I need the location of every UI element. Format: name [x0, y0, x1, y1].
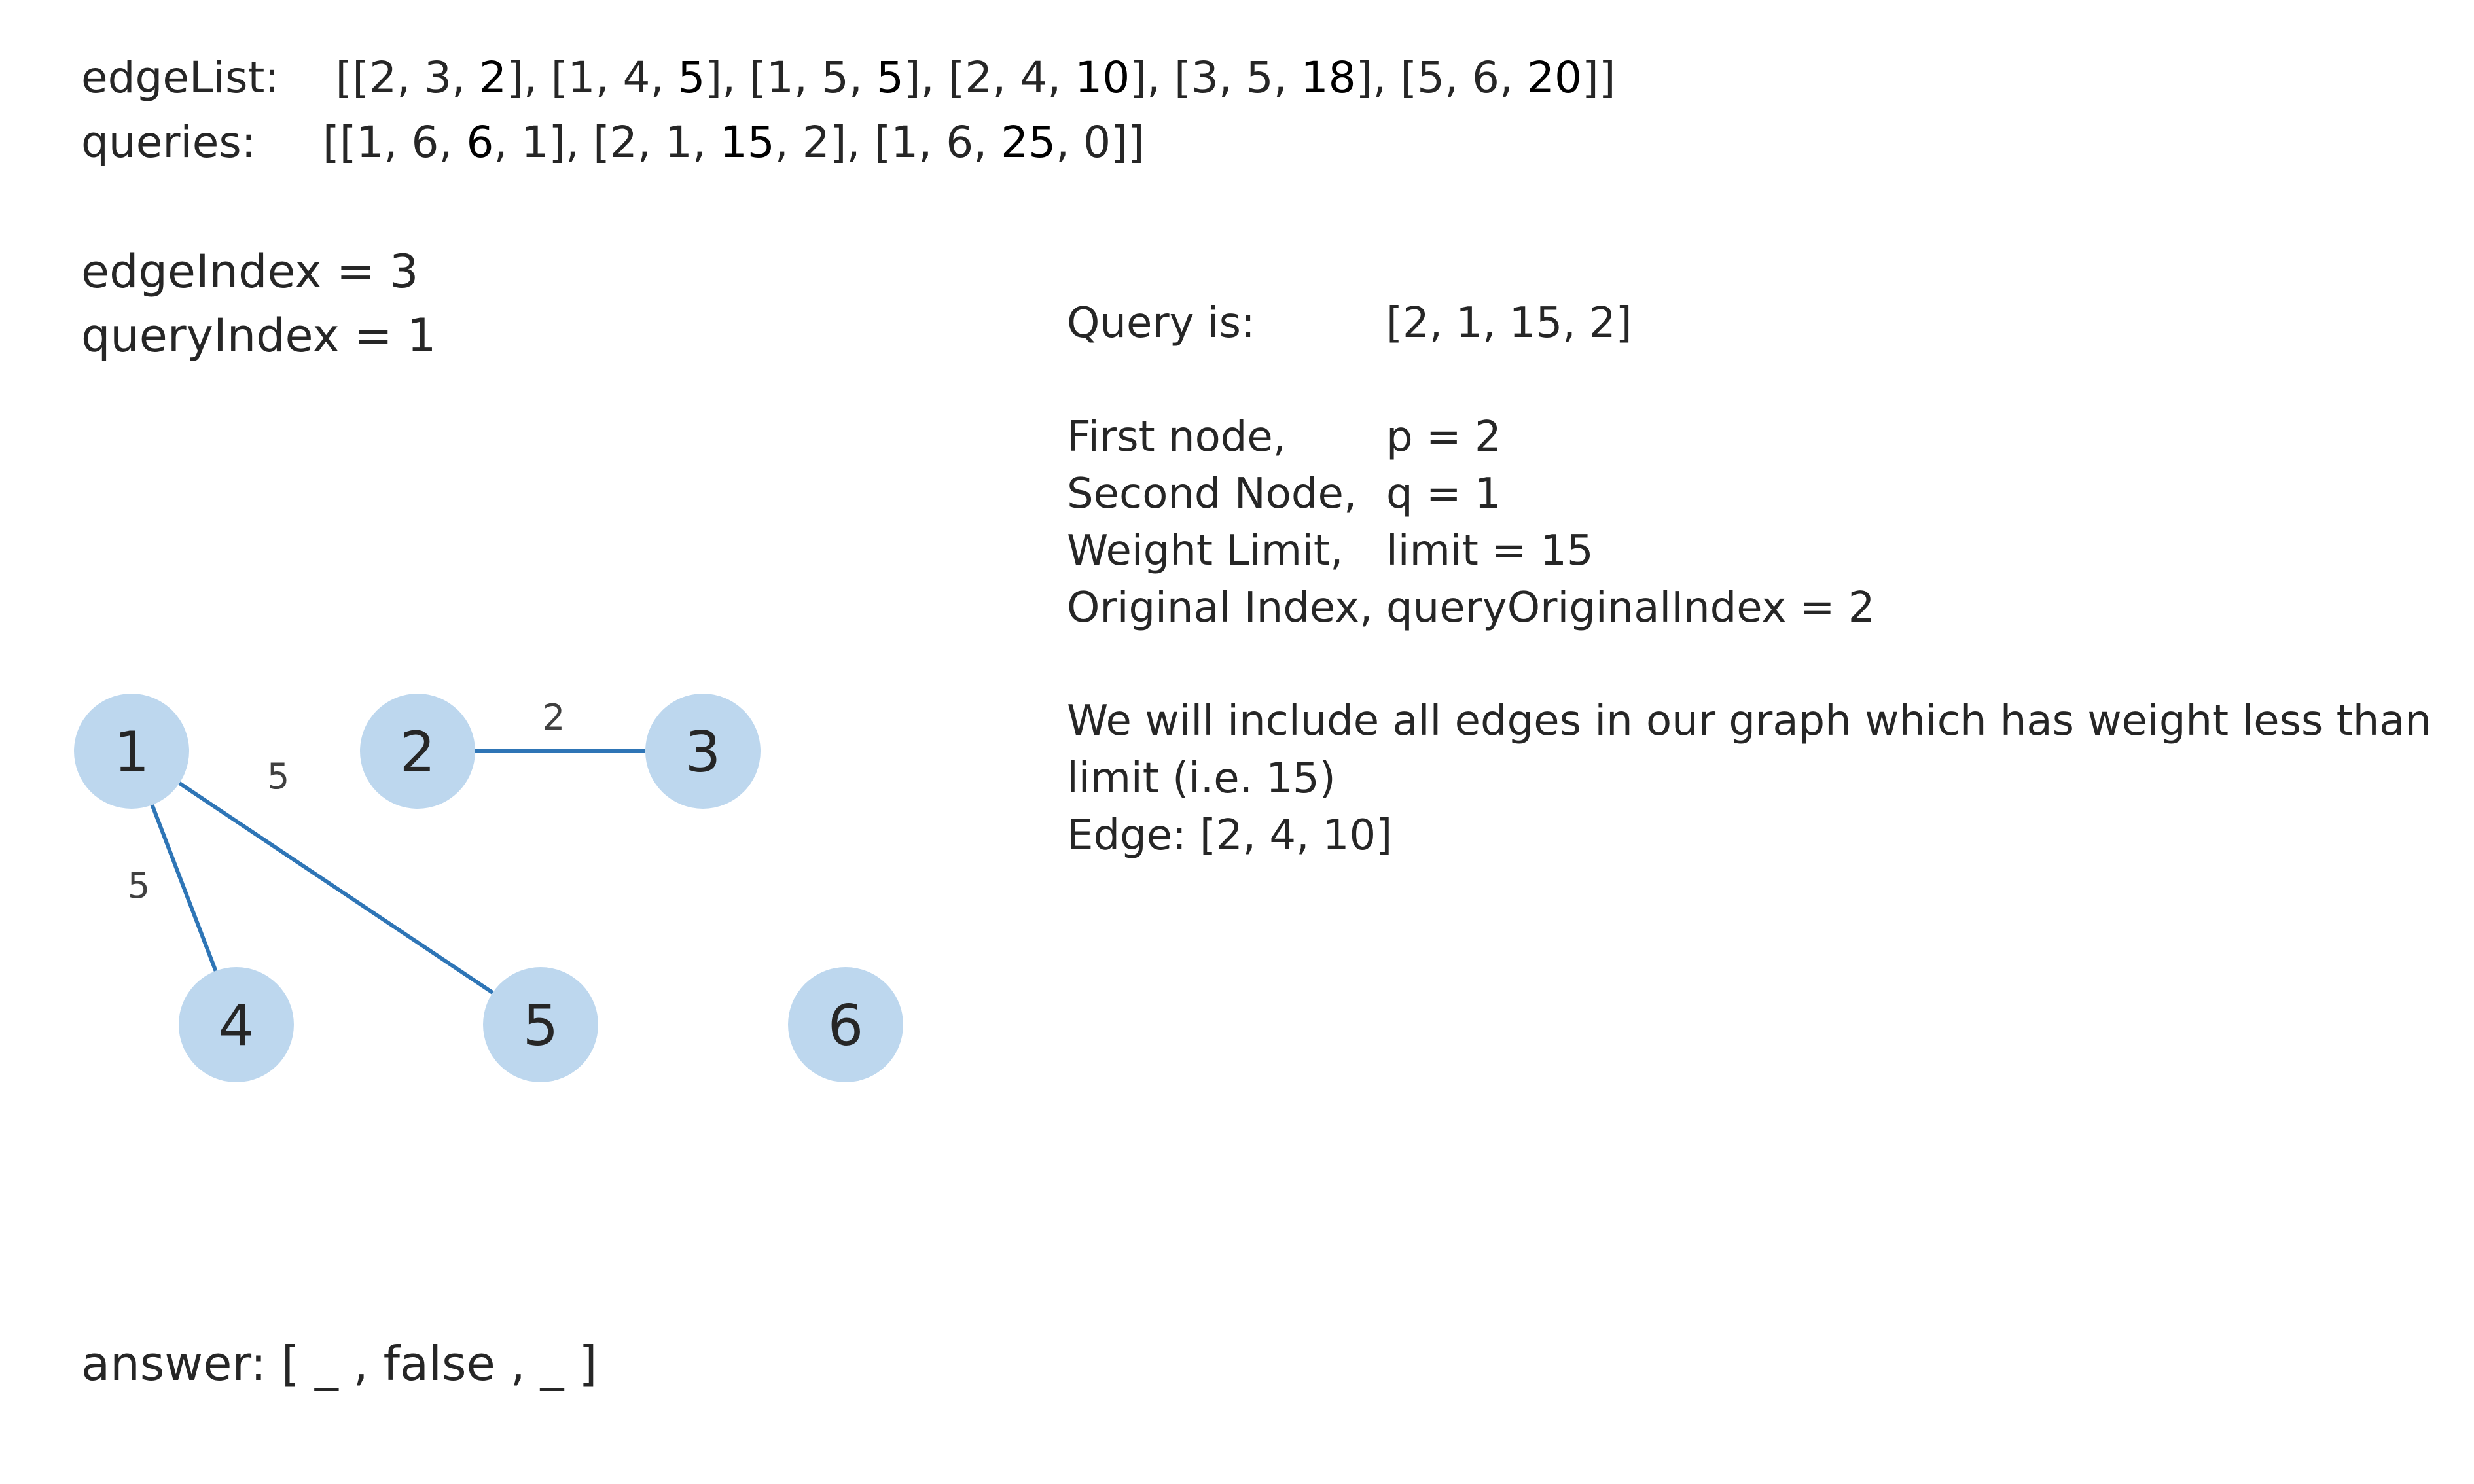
edge-1-5 — [178, 781, 494, 995]
graph-node-label: 1 — [114, 720, 150, 785]
graph-diagram: 2 5 5 1 2 3 4 5 6 — [74, 694, 903, 1082]
edge-weight-label: 2 — [543, 697, 565, 738]
edge-weight-label: 5 — [128, 865, 150, 906]
graph-node-label: 6 — [828, 993, 864, 1059]
graph-node-label: 5 — [523, 993, 559, 1059]
edge-weight-label: 5 — [267, 756, 289, 797]
edge-1-4 — [150, 804, 218, 972]
graph-node-label: 2 — [400, 720, 436, 785]
graph-node-label: 4 — [219, 993, 255, 1059]
graph-node-label: 3 — [685, 720, 721, 785]
answer-text: answer: [ _ , false , _ ] — [81, 1336, 598, 1391]
